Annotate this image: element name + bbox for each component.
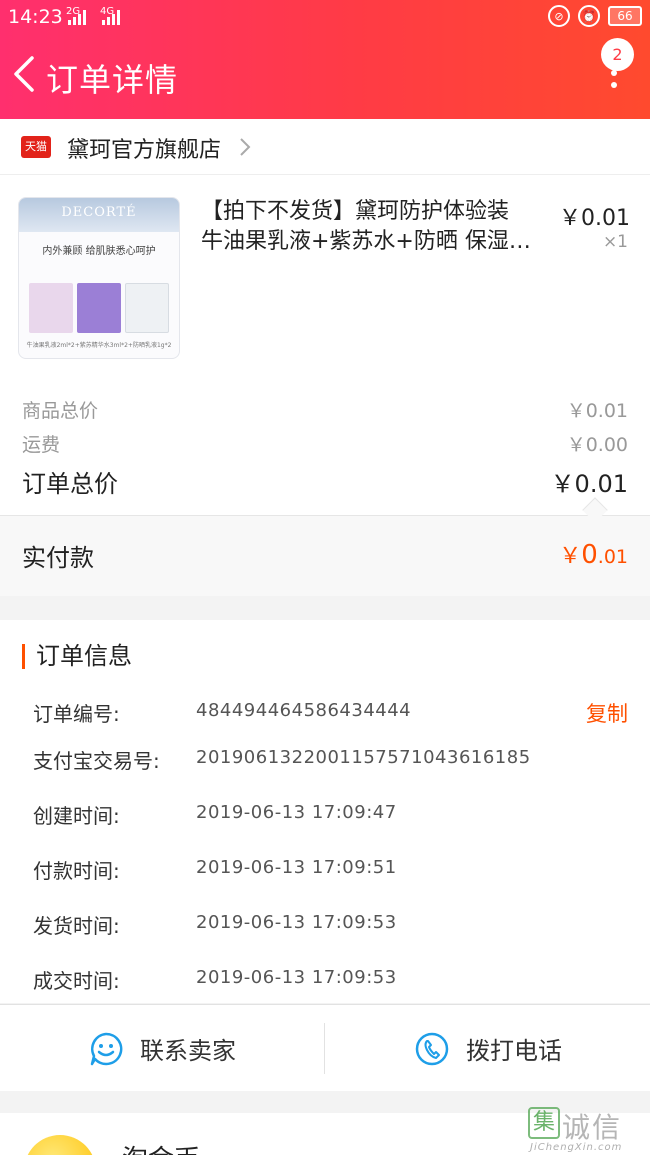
paid-value: ￥0.01 — [559, 538, 628, 570]
info-label: 发货时间: — [33, 914, 120, 938]
watermark-en: JiChengXin.com — [530, 1142, 623, 1153]
info-value: 2019-06-13 17:09:53 — [196, 967, 397, 988]
product-item[interactable]: DECORTÉ 内外兼顾 给肌肤悉心呵护 牛油果乳液2ml*2+紫苏精华水3ml… — [0, 175, 650, 380]
goods-total-label: 商品总价 — [22, 400, 99, 422]
store-name[interactable]: 黛珂官方旗舰店 — [67, 132, 221, 164]
info-label: 成交时间: — [33, 969, 120, 993]
call-phone-label: 拨打电话 — [466, 1037, 562, 1065]
product-name[interactable]: 【拍下不发货】黛珂防护体验装 牛油果乳液+紫苏水+防晒 保湿… — [201, 197, 546, 257]
watermark-text: 诚信 — [562, 1111, 623, 1144]
paid-label: 实付款 — [22, 544, 94, 572]
paid-int: 0 — [581, 540, 598, 570]
paid-currency: ￥ — [559, 544, 582, 569]
info-value: 2019-06-13 17:09:53 — [196, 912, 397, 933]
order-total-label: 订单总价 — [22, 470, 118, 498]
product-name-line2: 牛油果乳液+紫苏水+防晒 保湿… — [201, 229, 531, 254]
message-badge[interactable]: 2 — [601, 38, 634, 71]
chevron-right-icon — [240, 138, 251, 156]
order-info-section: 订单信息 订单编号: 484494464586434444 复制 支付宝交易号:… — [0, 620, 650, 1003]
watermark: 集 诚信 JiChengXin.com — [528, 1104, 646, 1154]
watermark-logo: 集 — [528, 1107, 560, 1139]
tmall-icon: 天猫 — [21, 136, 51, 158]
alarm-lock-icon: ⏰ — [578, 5, 600, 27]
info-label: 付款时间: — [33, 859, 120, 883]
info-value: 484494464586434444 — [196, 700, 412, 721]
status-bar: 14:23 2G 4G ⊘ ⏰ 66 — [0, 0, 650, 34]
product-image-slogan: 内外兼顾 给肌肤悉心呵护 — [42, 246, 156, 257]
store-row[interactable]: 天猫 黛珂官方旗舰店 — [0, 119, 650, 175]
info-label: 创建时间: — [33, 804, 120, 828]
sachet-pink — [29, 283, 73, 333]
header: 14:23 2G 4G ⊘ ⏰ 66 订单详情 2 — [0, 0, 650, 119]
sachet-purple — [77, 283, 121, 333]
taojinbi-label: 淘金币 — [122, 1139, 200, 1155]
call-phone-button[interactable]: 拨打电话 — [326, 1005, 650, 1092]
product-image-brand: DECORTÉ — [61, 205, 137, 220]
vibrate-icon: ⊘ — [548, 5, 570, 27]
phone-icon — [415, 1032, 449, 1065]
smile-chat-icon — [90, 1032, 123, 1065]
action-bar: 联系卖家 拨打电话 — [0, 1004, 650, 1091]
signal-icon-2 — [102, 9, 120, 25]
divider — [324, 1023, 325, 1074]
coin-icon — [24, 1135, 96, 1155]
info-value: 2019061322001157571043616185 — [196, 747, 531, 768]
product-price: ￥0.01 — [559, 206, 630, 231]
info-label: 订单编号: — [33, 702, 120, 726]
order-total-value: ￥0.01 — [550, 470, 628, 498]
battery-icon: 66 — [608, 6, 642, 26]
shipping-value: ￥0.00 — [566, 434, 628, 456]
product-quantity: ×1 — [602, 232, 628, 252]
goods-total-value: ￥0.01 — [566, 400, 628, 422]
order-info-title: 订单信息 — [22, 644, 132, 669]
product-image[interactable]: DECORTÉ 内外兼顾 给肌肤悉心呵护 牛油果乳液2ml*2+紫苏精华水3ml… — [18, 197, 180, 359]
status-icons: ⊘ ⏰ 66 — [548, 5, 642, 27]
page-title: 订单详情 — [46, 61, 179, 99]
signal-icon — [68, 9, 86, 25]
price-summary: 商品总价 ￥0.01 运费 ￥0.00 订单总价 ￥0.01 — [0, 380, 650, 523]
product-image-footer: 牛油果乳液2ml*2+紫苏精华水3ml*2+防晒乳液1g*2 — [26, 342, 172, 349]
paid-amount-row: 实付款 ￥0.01 — [0, 516, 650, 596]
product-name-line1: 【拍下不发货】黛珂防护体验装 — [201, 199, 510, 224]
back-arrow-icon[interactable] — [10, 52, 40, 96]
info-label: 支付宝交易号: — [33, 749, 160, 773]
contact-seller-button[interactable]: 联系卖家 — [0, 1005, 324, 1092]
shipping-label: 运费 — [22, 434, 61, 456]
status-time: 14:23 — [8, 6, 63, 28]
contact-seller-label: 联系卖家 — [140, 1037, 236, 1065]
paid-dec: .01 — [597, 546, 628, 568]
info-value: 2019-06-13 17:09:47 — [196, 802, 397, 823]
sachet-white — [125, 283, 169, 333]
info-value: 2019-06-13 17:09:51 — [196, 857, 397, 878]
copy-button[interactable]: 复制 — [586, 698, 628, 728]
